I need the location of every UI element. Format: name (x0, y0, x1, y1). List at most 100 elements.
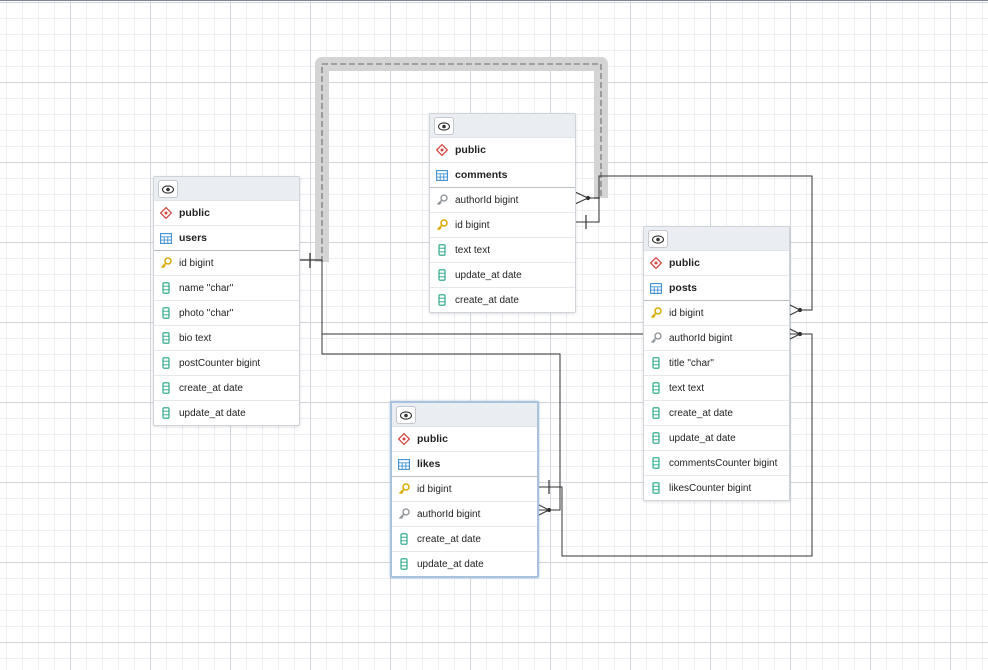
foreign-key-icon (650, 332, 662, 344)
table-comments[interactable]: public comments authorId bigint id bigint… (429, 113, 576, 313)
primary-key-icon (650, 307, 662, 319)
table-header (644, 227, 789, 251)
column-list: authorId bigint id bigint text text update_… (430, 188, 575, 312)
table-icon (160, 232, 172, 244)
column-row[interactable]: authorId bigint (430, 188, 575, 213)
column-label: text text (669, 382, 705, 394)
table-posts[interactable]: public posts id bigint authorId bigint tit… (643, 226, 790, 501)
column-label: update_at date (179, 407, 246, 419)
crowfoot-comments-authorid (574, 191, 591, 205)
schema-row: public (154, 201, 299, 226)
column-row[interactable]: create_at date (644, 401, 789, 426)
eye-icon[interactable] (158, 180, 178, 198)
column-label: text text (455, 244, 491, 256)
column-row[interactable]: create_at date (430, 288, 575, 312)
column-row[interactable]: likesCounter bigint (644, 476, 789, 500)
column-label: id bigint (669, 307, 704, 319)
edge-comments-id (575, 198, 600, 223)
column-icon (398, 558, 410, 570)
column-icon (436, 244, 448, 256)
column-label: id bigint (179, 257, 214, 269)
schema-row: public (644, 251, 789, 276)
schema-icon (398, 433, 410, 445)
column-row[interactable]: id bigint (154, 251, 299, 276)
table-icon (436, 169, 448, 181)
foreign-key-icon (398, 508, 410, 520)
column-row[interactable]: bio text (154, 326, 299, 351)
column-row[interactable]: postCounter bigint (154, 351, 299, 376)
column-icon (650, 432, 662, 444)
column-icon (160, 332, 172, 344)
column-row[interactable]: commentsCounter bigint (644, 451, 789, 476)
crowfoot-likes-authorid (536, 503, 552, 517)
column-icon (436, 269, 448, 281)
schema-icon (160, 207, 172, 219)
top-border (0, 0, 988, 1)
column-label: name "char" (179, 282, 234, 294)
column-icon (160, 282, 172, 294)
column-row[interactable]: id bigint (392, 477, 537, 502)
column-row[interactable]: update_at date (644, 426, 789, 451)
table-name-row: users (154, 226, 299, 251)
schema-row: public (392, 427, 537, 452)
eye-icon[interactable] (434, 117, 454, 135)
table-name: comments (455, 169, 508, 181)
schema-name: public (417, 433, 448, 445)
eye-icon[interactable] (396, 406, 416, 424)
column-row[interactable]: update_at date (392, 552, 537, 576)
table-users[interactable]: public users id bigint name "char" photo "… (153, 176, 300, 426)
column-label: title "char" (669, 357, 714, 369)
column-row[interactable]: authorId bigint (392, 502, 537, 527)
column-row[interactable]: title "char" (644, 351, 789, 376)
table-header (154, 177, 299, 201)
column-label: id bigint (417, 483, 452, 495)
column-icon (398, 533, 410, 545)
column-icon (160, 407, 172, 419)
table-name-row: comments (430, 163, 575, 188)
eye-icon[interactable] (648, 230, 668, 248)
foreign-key-icon (436, 194, 448, 206)
column-label: id bigint (455, 219, 490, 231)
schema-row: public (430, 138, 575, 163)
column-label: update_at date (455, 269, 522, 281)
table-name: likes (417, 458, 441, 470)
table-name: users (179, 232, 208, 244)
table-name-row: likes (392, 452, 537, 477)
column-row[interactable]: authorId bigint (644, 326, 789, 351)
column-label: update_at date (669, 432, 736, 444)
table-likes[interactable]: public likes id bigint authorId bigint cre… (390, 401, 539, 578)
column-row[interactable]: update_at date (430, 263, 575, 288)
primary-key-icon (398, 483, 410, 495)
column-icon (650, 382, 662, 394)
crowfoot-posts-authorid (787, 327, 803, 341)
column-label: authorId bigint (669, 332, 733, 344)
column-row[interactable]: create_at date (392, 527, 537, 552)
column-label: create_at date (455, 294, 519, 306)
column-row[interactable]: text text (430, 238, 575, 263)
column-row[interactable]: create_at date (154, 376, 299, 401)
column-row[interactable]: id bigint (644, 301, 789, 326)
column-icon (650, 407, 662, 419)
primary-key-icon (160, 257, 172, 269)
column-label: postCounter bigint (179, 357, 261, 369)
column-row[interactable]: name "char" (154, 276, 299, 301)
table-name-row: posts (644, 276, 789, 301)
schema-name: public (179, 207, 210, 219)
column-label: likesCounter bigint (669, 482, 752, 494)
schema-name: public (669, 257, 700, 269)
table-icon (650, 282, 662, 294)
column-icon (436, 294, 448, 306)
crowfoot-posts-id (787, 303, 803, 317)
primary-key-icon (436, 219, 448, 231)
column-row[interactable]: text text (644, 376, 789, 401)
column-icon (160, 357, 172, 369)
column-row[interactable]: id bigint (430, 213, 575, 238)
column-row[interactable]: photo "char" (154, 301, 299, 326)
column-label: authorId bigint (455, 194, 519, 206)
column-row[interactable]: update_at date (154, 401, 299, 425)
column-icon (160, 307, 172, 319)
table-icon (398, 458, 410, 470)
table-name: posts (669, 282, 698, 294)
column-label: commentsCounter bigint (669, 457, 778, 469)
column-label: photo "char" (179, 307, 234, 319)
